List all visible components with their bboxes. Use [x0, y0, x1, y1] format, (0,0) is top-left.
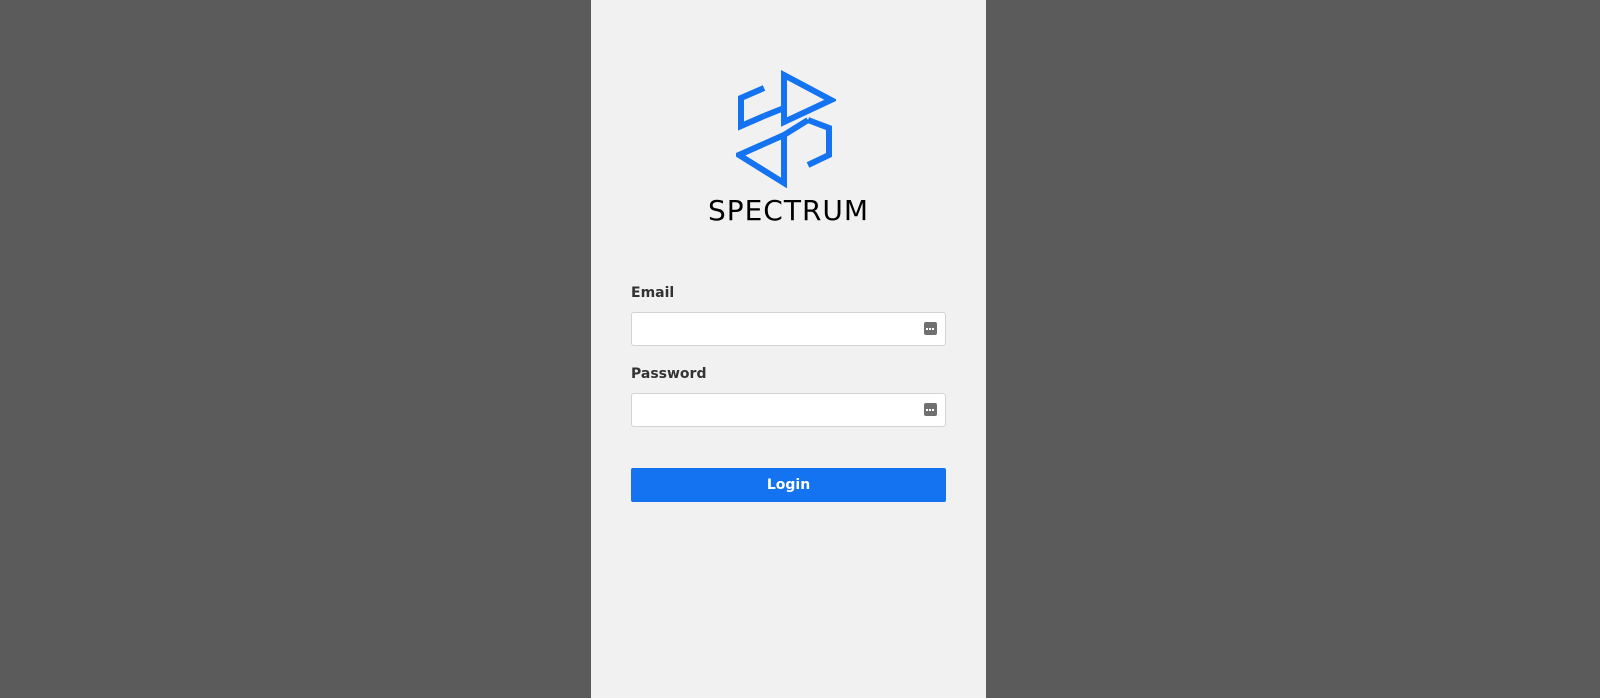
email-field[interactable]	[632, 313, 912, 345]
login-panel: SPECTRUM Email Password Login	[591, 0, 986, 698]
password-manager-key-icon[interactable]	[924, 322, 937, 335]
email-label: Email	[631, 285, 675, 301]
password-label: Password	[631, 366, 707, 382]
email-field-wrapper[interactable]	[631, 312, 946, 346]
spectrum-logo-icon	[736, 70, 836, 189]
login-button[interactable]: Login	[631, 468, 946, 502]
password-manager-key-icon[interactable]	[924, 403, 937, 416]
password-field[interactable]	[632, 394, 912, 426]
password-field-wrapper[interactable]	[631, 393, 946, 427]
brand-name: SPECTRUM	[707, 194, 870, 227]
